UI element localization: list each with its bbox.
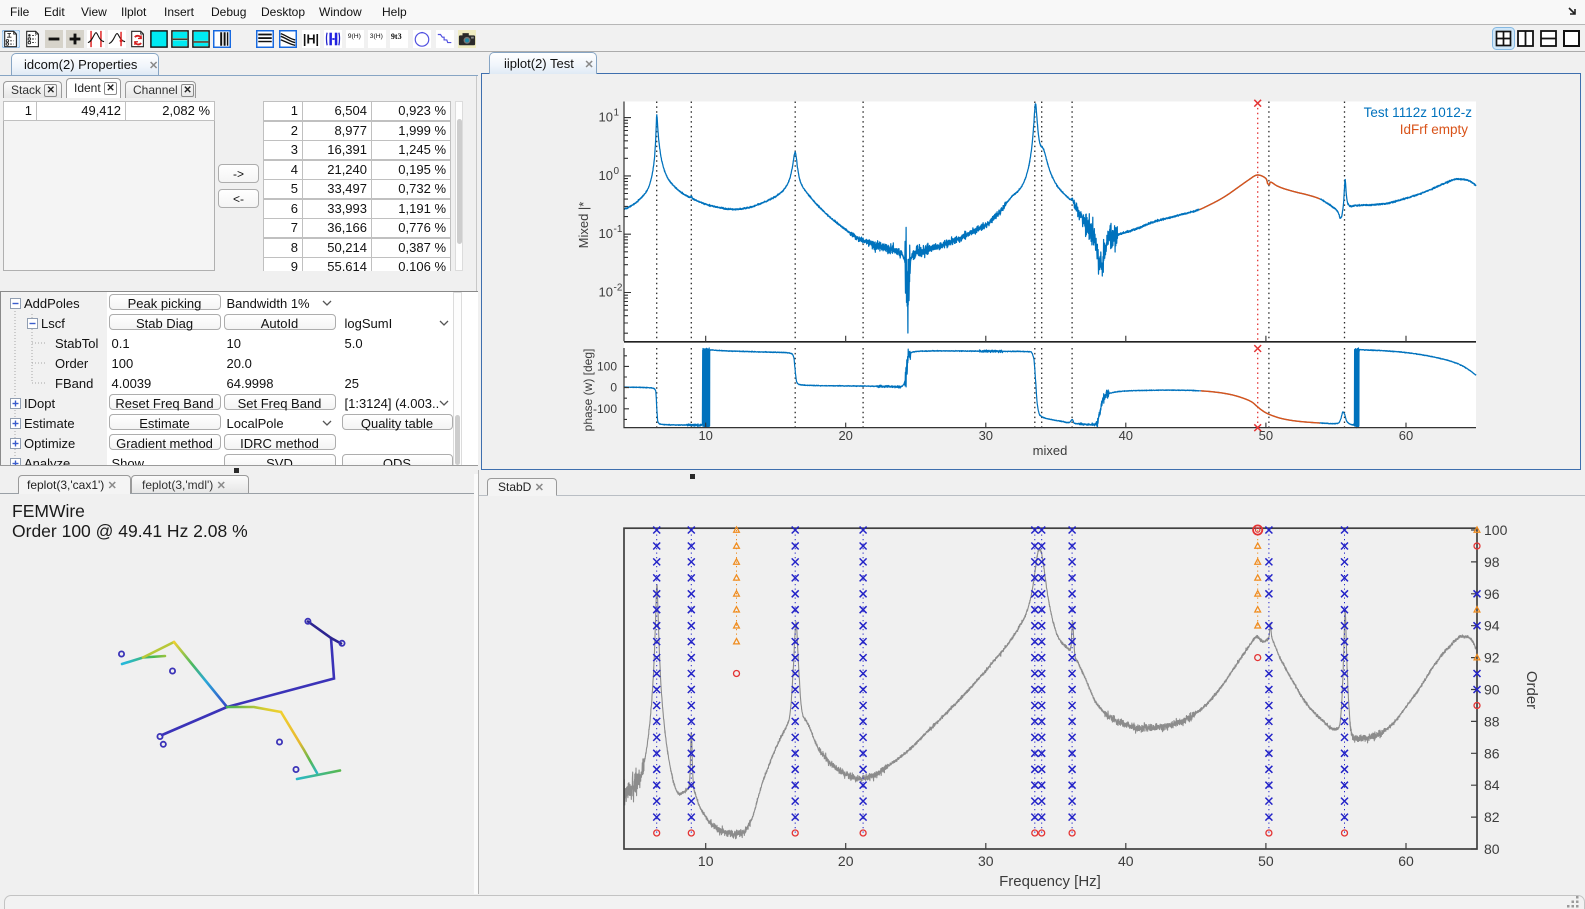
svg-text:-2: -2 — [614, 283, 623, 294]
svg-text:phase (w) [deg]: phase (w) [deg] — [581, 349, 595, 432]
svg-text:3(H): 3(H) — [369, 33, 382, 40]
svg-text:84: 84 — [1484, 777, 1500, 793]
svg-text:Order: Order — [1523, 671, 1540, 709]
svg-text:10: 10 — [599, 110, 613, 125]
svg-text:10: 10 — [599, 285, 613, 300]
svg-text:100: 100 — [597, 359, 617, 373]
svg-text:Test 1112z 1012-z: Test 1112z 1012-z — [1364, 105, 1473, 120]
svg-text:88: 88 — [1484, 713, 1500, 729]
svg-text:20: 20 — [838, 853, 854, 869]
svg-text:90: 90 — [1484, 682, 1500, 698]
svg-text:96: 96 — [1484, 586, 1500, 602]
svg-text:92: 92 — [1484, 650, 1500, 666]
svg-text:Frequency [Hz]: Frequency [Hz] — [999, 873, 1101, 890]
svg-text:-1: -1 — [614, 224, 623, 235]
svg-text:mixed: mixed — [1033, 443, 1068, 458]
svg-text:|H|: |H| — [303, 32, 319, 46]
svg-text:86: 86 — [1484, 745, 1500, 761]
svg-text:100: 100 — [1484, 522, 1508, 538]
svg-text:94: 94 — [1484, 618, 1500, 634]
svg-text:10: 10 — [599, 168, 613, 183]
svg-text:60: 60 — [1399, 428, 1413, 443]
svg-text:0: 0 — [614, 166, 620, 177]
svg-text:20: 20 — [838, 428, 852, 443]
svg-text:9(H): 9(H) — [348, 33, 361, 40]
svg-text:82: 82 — [1484, 809, 1500, 825]
svg-text:30: 30 — [979, 428, 993, 443]
svg-text:30: 30 — [978, 853, 994, 869]
svg-text:10: 10 — [698, 853, 714, 869]
svg-text:80: 80 — [1484, 841, 1500, 857]
svg-text:Mixed |*: Mixed |* — [576, 202, 591, 249]
svg-text:0: 0 — [610, 381, 617, 395]
svg-text:10: 10 — [599, 226, 613, 241]
svg-text:-100: -100 — [593, 402, 617, 416]
svg-text:1: 1 — [614, 108, 620, 119]
svg-text:10: 10 — [698, 428, 712, 443]
svg-text:9t3: 9t3 — [391, 32, 402, 41]
svg-text:40: 40 — [1118, 853, 1134, 869]
svg-text:40: 40 — [1119, 428, 1133, 443]
svg-text:50: 50 — [1258, 853, 1274, 869]
svg-text:98: 98 — [1484, 554, 1500, 570]
svg-text:IdFrf empty: IdFrf empty — [1400, 122, 1469, 137]
svg-text:60: 60 — [1398, 853, 1414, 869]
